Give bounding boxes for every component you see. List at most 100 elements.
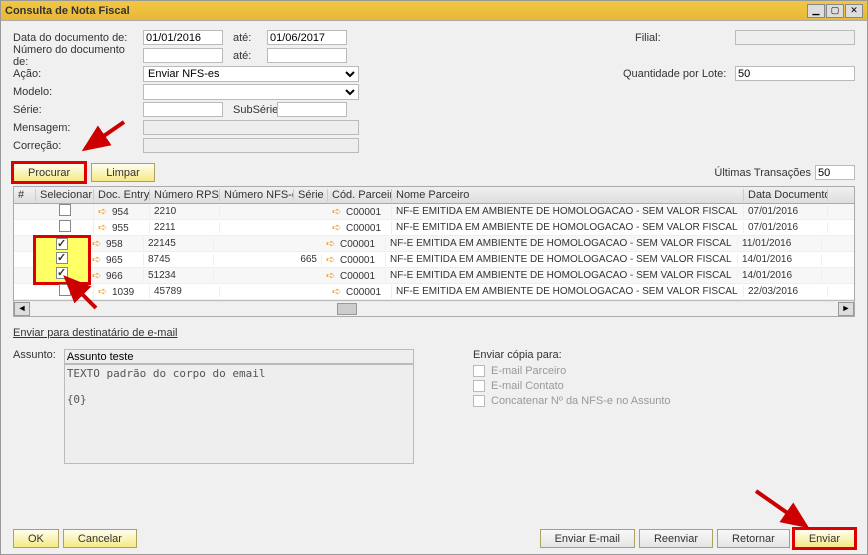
input-num-ate[interactable] bbox=[267, 48, 347, 63]
link-arrow-icon[interactable]: ➪ bbox=[92, 237, 104, 247]
link-arrow-icon[interactable]: ➪ bbox=[98, 285, 110, 295]
cancelar-button[interactable]: Cancelar bbox=[63, 529, 137, 548]
link-arrow-icon[interactable]: ➪ bbox=[332, 285, 344, 295]
input-subserie[interactable] bbox=[277, 102, 347, 117]
footer-bar: OK Cancelar Enviar E-mail Reenviar Retor… bbox=[13, 529, 855, 548]
checkbox-icon bbox=[473, 365, 485, 377]
cell-nome-parceiro: NF-E EMITIDA EM AMBIENTE DE HOMOLOGACAO … bbox=[386, 238, 738, 249]
checkbox-icon bbox=[59, 204, 71, 216]
table-row[interactable]: ➪103945789➪C00001NF-E EMITIDA EM AMBIENT… bbox=[14, 284, 854, 300]
scroll-thumb[interactable] bbox=[337, 303, 357, 315]
checkbox-email-contato[interactable]: E-mail Contato bbox=[473, 380, 671, 392]
textarea-body[interactable]: TEXTO padrão do corpo do email {0} bbox=[64, 364, 414, 464]
cell-data-documento: 07/01/2016 bbox=[744, 222, 828, 233]
label-subserie: SubSérie: bbox=[223, 104, 277, 116]
cell-docentry: ➪1039 bbox=[94, 285, 150, 298]
table-row[interactable]: ➪9552211➪C00001NF-E EMITIDA EM AMBIENTE … bbox=[14, 220, 854, 236]
th-numero-nfse[interactable]: Número NFS-e bbox=[220, 189, 294, 201]
results-table: # Selecionar Doc. Entry Número RPS Númer… bbox=[13, 186, 855, 317]
label-mensagem: Mensagem: bbox=[13, 122, 143, 134]
th-selecionar[interactable]: Selecionar bbox=[36, 189, 94, 201]
cell-docentry: ➪958 bbox=[88, 237, 144, 250]
input-serie[interactable] bbox=[143, 102, 223, 117]
input-qtd-lote[interactable] bbox=[735, 66, 855, 81]
label-data-doc: Data do documento de: bbox=[13, 32, 143, 44]
label-num-doc: Número do documento de: bbox=[13, 44, 143, 68]
checkbox-concat-nfse[interactable]: Concatenar Nº da NFS-e no Assunto bbox=[473, 395, 671, 407]
scroll-left-button[interactable]: ◄ bbox=[14, 302, 30, 316]
cell-numero-rps: 45789 bbox=[150, 286, 220, 297]
cell-docentry: ➪954 bbox=[94, 205, 150, 218]
label-ultimas: Últimas Transações bbox=[714, 167, 811, 179]
email-link[interactable]: Enviar para destinatário de e-mail bbox=[13, 327, 177, 339]
scroll-track[interactable] bbox=[30, 302, 838, 316]
minimize-button[interactable]: ▁ bbox=[807, 4, 825, 18]
cell-numero-rps: 8745 bbox=[144, 254, 214, 265]
input-filial[interactable] bbox=[735, 30, 855, 45]
table-row[interactable]: ➪96651234➪C00001NF-E EMITIDA EM AMBIENTE… bbox=[14, 268, 854, 284]
close-button[interactable]: ✕ bbox=[845, 4, 863, 18]
link-arrow-icon[interactable]: ➪ bbox=[92, 269, 104, 279]
cell-selecionar[interactable] bbox=[36, 284, 94, 299]
select-acao[interactable]: Enviar NFS-es bbox=[143, 66, 359, 82]
input-assunto[interactable] bbox=[64, 349, 414, 364]
horizontal-scrollbar[interactable]: ◄ ► bbox=[14, 300, 854, 316]
window-title: Consulta de Nota Fiscal bbox=[5, 5, 807, 17]
reenviar-button[interactable]: Reenviar bbox=[639, 529, 713, 548]
checkbox-email-parceiro[interactable]: E-mail Parceiro bbox=[473, 365, 671, 377]
retornar-button[interactable]: Retornar bbox=[717, 529, 790, 548]
th-nome-parceiro[interactable]: Nome Parceiro bbox=[392, 189, 744, 201]
cell-selecionar[interactable] bbox=[33, 267, 91, 285]
cell-nome-parceiro: NF-E EMITIDA EM AMBIENTE DE HOMOLOGACAO … bbox=[392, 206, 744, 217]
th-rownum[interactable]: # bbox=[14, 189, 36, 201]
ok-button[interactable]: OK bbox=[13, 529, 59, 548]
select-modelo[interactable] bbox=[143, 84, 359, 100]
cell-nome-parceiro: NF-E EMITIDA EM AMBIENTE DE HOMOLOGACAO … bbox=[386, 270, 738, 281]
input-correcao bbox=[143, 138, 359, 153]
link-arrow-icon[interactable]: ➪ bbox=[92, 253, 104, 263]
link-arrow-icon[interactable]: ➪ bbox=[326, 237, 338, 247]
th-data-documento[interactable]: Data Documento bbox=[744, 189, 828, 201]
cell-cod-parceiro: ➪C00001 bbox=[322, 237, 386, 250]
table-row[interactable]: ➪9658745665➪C00001NF-E EMITIDA EM AMBIEN… bbox=[14, 252, 854, 268]
input-num-de[interactable] bbox=[143, 48, 223, 63]
link-arrow-icon[interactable]: ➪ bbox=[98, 205, 110, 215]
cell-cod-parceiro: ➪C00001 bbox=[328, 221, 392, 234]
enviar-button[interactable]: Enviar bbox=[794, 529, 855, 548]
cell-selecionar[interactable] bbox=[36, 220, 94, 235]
link-arrow-icon[interactable]: ➪ bbox=[332, 205, 344, 215]
link-arrow-icon[interactable]: ➪ bbox=[326, 269, 338, 279]
cell-cod-parceiro: ➪C00001 bbox=[322, 253, 386, 266]
cell-numero-rps: 2210 bbox=[150, 206, 220, 217]
scroll-right-button[interactable]: ► bbox=[838, 302, 854, 316]
cell-docentry: ➪965 bbox=[88, 253, 144, 266]
cell-numero-rps: 51234 bbox=[144, 270, 214, 281]
maximize-button[interactable]: ▢ bbox=[826, 4, 844, 18]
link-arrow-icon[interactable]: ➪ bbox=[98, 221, 110, 231]
th-numero-rps[interactable]: Número RPS bbox=[150, 189, 220, 201]
th-docentry[interactable]: Doc. Entry bbox=[94, 189, 150, 201]
procurar-button[interactable]: Procurar bbox=[13, 163, 85, 182]
enviar-email-button[interactable]: Enviar E-mail bbox=[540, 529, 635, 548]
input-ultimas[interactable] bbox=[815, 165, 855, 180]
cell-selecionar[interactable] bbox=[33, 252, 91, 267]
input-mensagem bbox=[143, 120, 359, 135]
limpar-button[interactable]: Limpar bbox=[91, 163, 155, 182]
link-arrow-icon[interactable]: ➪ bbox=[332, 221, 344, 231]
checkbox-icon bbox=[473, 395, 485, 407]
cell-docentry: ➪955 bbox=[94, 221, 150, 234]
checkbox-icon bbox=[59, 284, 71, 296]
cell-numero-rps: 2211 bbox=[150, 222, 220, 233]
table-row[interactable]: ➪9542210➪C00001NF-E EMITIDA EM AMBIENTE … bbox=[14, 204, 854, 220]
th-cod-parceiro[interactable]: Cód. Parceiro bbox=[328, 189, 392, 201]
label-serie: Série: bbox=[13, 104, 143, 116]
checkbox-icon bbox=[56, 238, 68, 250]
th-serie[interactable]: Série bbox=[294, 189, 328, 201]
link-arrow-icon[interactable]: ➪ bbox=[326, 253, 338, 263]
cell-selecionar[interactable] bbox=[33, 235, 91, 253]
cell-cod-parceiro: ➪C00001 bbox=[328, 285, 392, 298]
cell-selecionar[interactable] bbox=[36, 204, 94, 219]
table-row[interactable]: ➪95822145➪C00001NF-E EMITIDA EM AMBIENTE… bbox=[14, 236, 854, 252]
checkbox-icon bbox=[56, 252, 68, 264]
table-body: ➪9542210➪C00001NF-E EMITIDA EM AMBIENTE … bbox=[14, 204, 854, 300]
